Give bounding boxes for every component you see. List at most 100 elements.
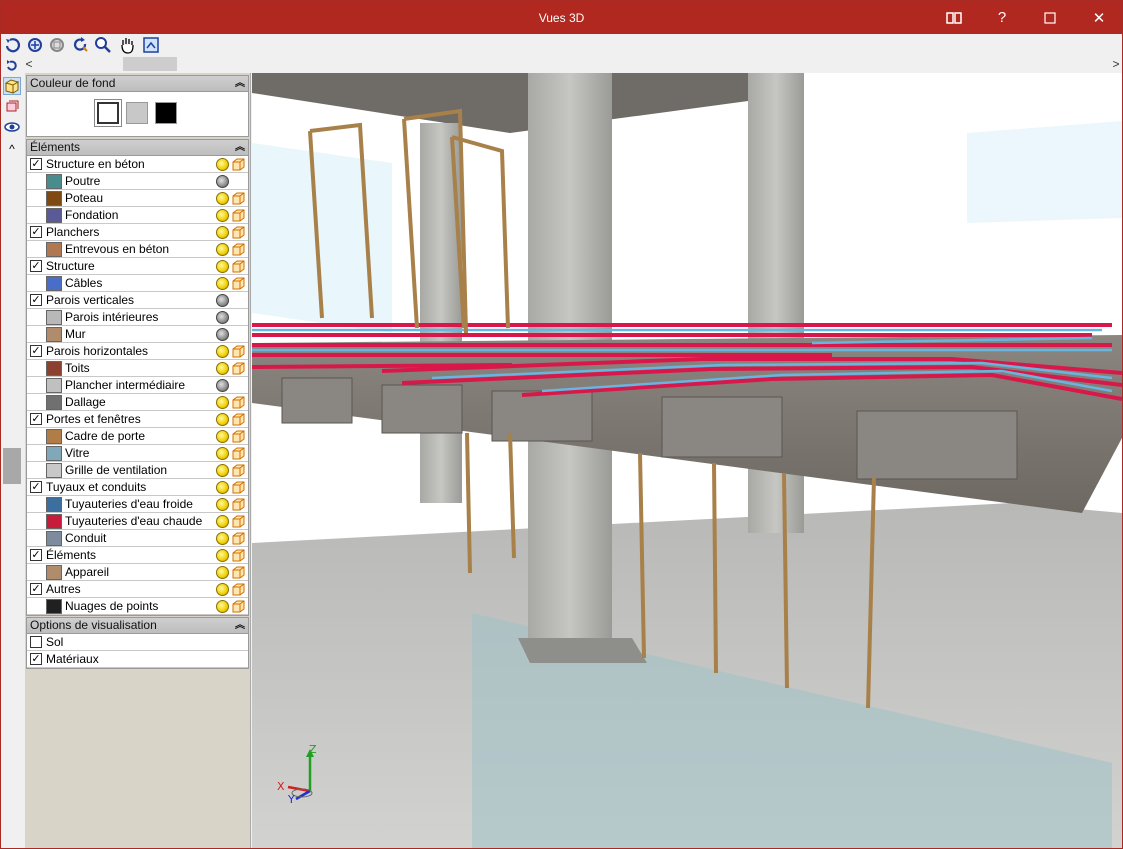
background-swatch-gray[interactable] <box>126 102 148 124</box>
transparency-box-icon[interactable] <box>232 447 245 460</box>
color-swatch[interactable] <box>46 565 62 580</box>
scroll-right-arrow[interactable]: > <box>1110 56 1122 73</box>
close-button[interactable]: ✕ <box>1076 1 1122 34</box>
visible-bulb-icon[interactable] <box>216 362 229 375</box>
element-group-row[interactable]: ✓ Parois horizontales <box>27 343 248 360</box>
group-checkbox[interactable]: ✓ <box>30 158 42 170</box>
rotate-icon[interactable] <box>4 36 22 54</box>
element-item-row[interactable]: Poteau <box>27 190 248 207</box>
visible-bulb-icon[interactable] <box>216 226 229 239</box>
zoom-icon[interactable] <box>94 36 112 54</box>
transparency-box-icon[interactable] <box>232 396 245 409</box>
color-swatch[interactable] <box>46 497 62 512</box>
element-item-row[interactable]: Appareil <box>27 564 248 581</box>
horizontal-scroll-thumb[interactable] <box>123 57 177 71</box>
transparency-box-icon[interactable] <box>232 413 245 426</box>
visible-bulb-icon[interactable] <box>216 515 229 528</box>
transparency-box-icon[interactable] <box>232 549 245 562</box>
hidden-bulb-icon[interactable] <box>216 379 229 392</box>
transparency-box-icon[interactable] <box>232 566 245 579</box>
transparency-box-icon[interactable] <box>232 192 245 205</box>
element-item-row[interactable]: Tuyauteries d'eau froide <box>27 496 248 513</box>
element-group-row[interactable]: ✓ Planchers <box>27 224 248 241</box>
element-item-row[interactable]: Tuyauteries d'eau chaude <box>27 513 248 530</box>
group-checkbox[interactable]: ✓ <box>30 260 42 272</box>
visible-bulb-icon[interactable] <box>216 260 229 273</box>
transparency-box-icon[interactable] <box>232 243 245 256</box>
option-checkbox[interactable]: ✓ <box>30 653 42 665</box>
element-item-row[interactable]: Conduit <box>27 530 248 547</box>
color-swatch[interactable] <box>46 208 62 223</box>
vertical-scrollbar[interactable] <box>1 141 23 848</box>
collapse-chevron-icon[interactable]: ︽ <box>235 76 245 91</box>
transparency-box-icon[interactable] <box>232 498 245 511</box>
element-item-row[interactable]: Toits <box>27 360 248 377</box>
element-group-row[interactable]: ✓ Autres <box>27 581 248 598</box>
element-item-row[interactable]: Vitre <box>27 445 248 462</box>
transparency-box-icon[interactable] <box>232 430 245 443</box>
element-group-row[interactable]: ✓ Structure <box>27 258 248 275</box>
view-options-header[interactable]: Options de visualisation ︽ <box>27 618 248 634</box>
background-swatch-black[interactable] <box>155 102 177 124</box>
pan-hand-icon[interactable] <box>118 36 136 54</box>
transparency-box-icon[interactable] <box>232 583 245 596</box>
color-swatch[interactable] <box>46 463 62 478</box>
layers-icon[interactable] <box>3 98 21 116</box>
zoom-window-icon[interactable] <box>48 36 66 54</box>
refresh-icon[interactable] <box>71 36 89 54</box>
group-checkbox[interactable]: ✓ <box>30 345 42 357</box>
visible-bulb-icon[interactable] <box>216 345 229 358</box>
collapse-chevron-icon[interactable]: ︽ <box>235 618 245 633</box>
visible-bulb-icon[interactable] <box>216 549 229 562</box>
visible-bulb-icon[interactable] <box>216 600 229 613</box>
visible-bulb-icon[interactable] <box>216 192 229 205</box>
visible-bulb-icon[interactable] <box>216 498 229 511</box>
element-item-row[interactable]: Poutre <box>27 173 248 190</box>
element-item-row[interactable]: Mur <box>27 326 248 343</box>
hidden-bulb-icon[interactable] <box>216 328 229 341</box>
element-group-row[interactable]: ✓ Tuyaux et conduits <box>27 479 248 496</box>
collapse-chevron-icon[interactable]: ︽ <box>235 140 245 155</box>
color-swatch[interactable] <box>46 378 62 393</box>
color-swatch[interactable] <box>46 191 62 206</box>
color-swatch[interactable] <box>46 310 62 325</box>
element-item-row[interactable]: Fondation <box>27 207 248 224</box>
visible-bulb-icon[interactable] <box>216 532 229 545</box>
transparency-box-icon[interactable] <box>232 345 245 358</box>
background-swatch-white[interactable] <box>97 102 119 124</box>
transparency-box-icon[interactable] <box>232 209 245 222</box>
transparency-box-icon[interactable] <box>232 260 245 273</box>
hidden-bulb-icon[interactable] <box>216 311 229 324</box>
group-checkbox[interactable]: ✓ <box>30 413 42 425</box>
background-color-header[interactable]: Couleur de fond ︽ <box>27 76 248 92</box>
element-group-row[interactable]: ✓ Portes et fenêtres <box>27 411 248 428</box>
element-item-row[interactable]: Câbles <box>27 275 248 292</box>
group-checkbox[interactable]: ✓ <box>30 226 42 238</box>
visible-bulb-icon[interactable] <box>216 566 229 579</box>
visible-bulb-icon[interactable] <box>216 464 229 477</box>
transparency-box-icon[interactable] <box>232 158 245 171</box>
visible-bulb-icon[interactable] <box>216 583 229 596</box>
element-item-row[interactable]: Grille de ventilation <box>27 462 248 479</box>
transparency-box-icon[interactable] <box>232 481 245 494</box>
transparency-box-icon[interactable] <box>232 532 245 545</box>
3d-viewport[interactable]: Z X Y <box>252 73 1122 848</box>
view-option-row[interactable]: ✓ Matériaux <box>27 651 248 668</box>
vertical-scroll-thumb[interactable] <box>3 448 21 484</box>
transparency-box-icon[interactable] <box>232 600 245 613</box>
transparency-box-icon[interactable] <box>232 226 245 239</box>
scroll-left-arrow[interactable]: < <box>23 56 35 73</box>
view-option-row[interactable]: Sol <box>27 634 248 651</box>
box-view-icon[interactable] <box>3 77 21 95</box>
maximize-button[interactable] <box>1027 1 1073 34</box>
group-checkbox[interactable]: ✓ <box>30 549 42 561</box>
option-checkbox[interactable] <box>30 636 42 648</box>
visible-bulb-icon[interactable] <box>216 413 229 426</box>
group-checkbox[interactable]: ✓ <box>30 294 42 306</box>
zoom-all-icon[interactable] <box>26 36 44 54</box>
hidden-bulb-icon[interactable] <box>216 175 229 188</box>
group-checkbox[interactable]: ✓ <box>30 583 42 595</box>
element-item-row[interactable]: Plancher intermédiaire <box>27 377 248 394</box>
visible-bulb-icon[interactable] <box>216 447 229 460</box>
visible-bulb-icon[interactable] <box>216 209 229 222</box>
